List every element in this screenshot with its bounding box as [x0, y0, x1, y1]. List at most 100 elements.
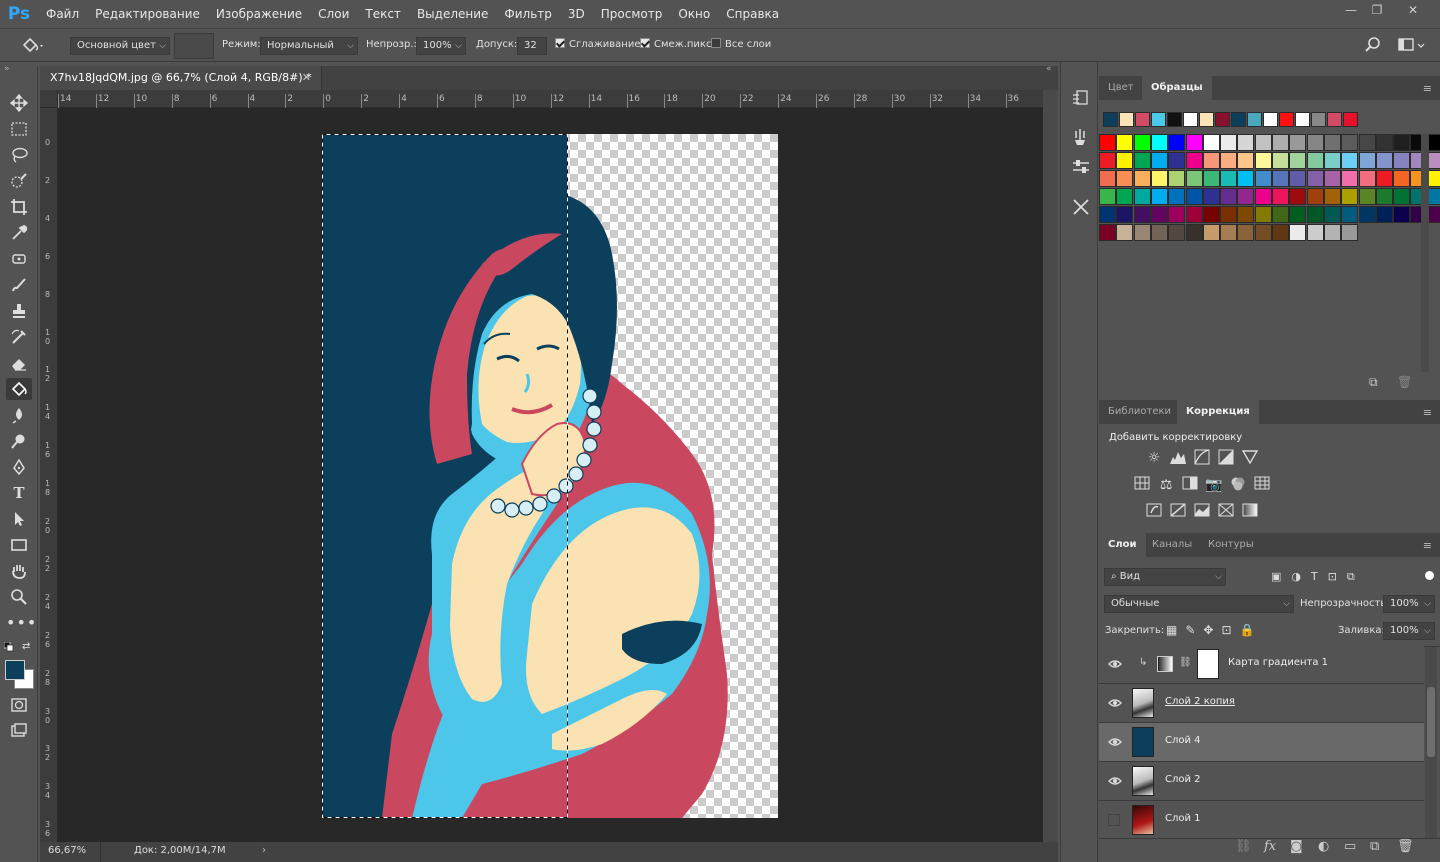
- move-tool-icon[interactable]: [6, 92, 32, 114]
- visibility-eye-icon[interactable]: [1108, 774, 1122, 788]
- color-swatch[interactable]: [1375, 152, 1393, 169]
- color-swatch[interactable]: [1254, 206, 1272, 223]
- color-swatch[interactable]: [1341, 134, 1359, 151]
- quick-mask-icon[interactable]: [6, 694, 32, 716]
- tab-paths[interactable]: Контуры: [1199, 533, 1263, 557]
- color-swatch[interactable]: [1099, 224, 1116, 241]
- posterize-icon[interactable]: [1169, 503, 1187, 521]
- color-swatch[interactable]: [1341, 224, 1359, 241]
- layer-row[interactable]: Слой 4: [1099, 723, 1424, 762]
- color-swatch[interactable]: [1237, 206, 1255, 223]
- recent-swatch[interactable]: [1311, 112, 1326, 127]
- color-swatch[interactable]: [1133, 206, 1151, 223]
- color-swatch[interactable]: [1375, 134, 1393, 151]
- color-swatch[interactable]: [1393, 206, 1411, 223]
- color-swatch[interactable]: [1220, 206, 1238, 223]
- curves-icon[interactable]: [1193, 449, 1211, 467]
- layer-mask-thumbnail[interactable]: [1197, 649, 1219, 679]
- blur-tool-icon[interactable]: [6, 404, 32, 426]
- color-swatch[interactable]: [1237, 188, 1255, 205]
- menu-item[interactable]: Изображение: [208, 0, 310, 28]
- color-swatch[interactable]: [1185, 188, 1203, 205]
- layer-filter-select[interactable]: ⌕ Вид ⌵: [1104, 568, 1226, 586]
- color-swatch[interactable]: [1237, 134, 1255, 151]
- color-swatch[interactable]: [1185, 134, 1203, 151]
- color-swatch[interactable]: [1272, 188, 1289, 205]
- layer-thumbnail[interactable]: [1132, 688, 1154, 718]
- tool-presets-icon[interactable]: [1072, 198, 1090, 216]
- color-swatch[interactable]: [1427, 134, 1440, 151]
- lock-icons[interactable]: ▦✎✥⊡🔒: [1166, 623, 1262, 637]
- panel-menu-icon[interactable]: ≡: [1423, 82, 1432, 95]
- menu-item[interactable]: Выделение: [409, 0, 496, 28]
- layer-row[interactable]: Слой 2 копия: [1099, 684, 1424, 723]
- eyedropper-tool-icon[interactable]: [6, 222, 32, 244]
- recent-swatch[interactable]: [1151, 112, 1166, 127]
- color-swatch[interactable]: [1358, 152, 1376, 169]
- collapse-panels-icon[interactable]: «: [1046, 64, 1052, 74]
- recent-swatch[interactable]: [1327, 112, 1342, 127]
- recent-swatch[interactable]: [1167, 112, 1182, 127]
- color-swatch[interactable]: [1116, 206, 1134, 223]
- invert-icon[interactable]: [1145, 503, 1163, 521]
- color-swatch[interactable]: [1220, 134, 1238, 151]
- color-swatch[interactable]: [1254, 152, 1272, 169]
- layer-filter-icons[interactable]: ▣◑T⊡⧉: [1271, 570, 1365, 584]
- color-swatch[interactable]: [1306, 224, 1324, 241]
- color-swatch[interactable]: [1306, 170, 1324, 187]
- color-swatch[interactable]: [1116, 224, 1134, 241]
- brightness-contrast-icon[interactable]: ☼: [1145, 449, 1163, 467]
- eraser-tool-icon[interactable]: [6, 352, 32, 374]
- layer-row[interactable]: Слой 2: [1099, 762, 1424, 801]
- screen-mode-icon[interactable]: [6, 720, 32, 742]
- color-swatch[interactable]: [1289, 134, 1307, 151]
- color-swatch[interactable]: [1358, 188, 1376, 205]
- path-selection-tool-icon[interactable]: [6, 508, 32, 530]
- color-swatch[interactable]: [1220, 170, 1238, 187]
- color-swatch[interactable]: [1323, 170, 1341, 187]
- recent-swatch[interactable]: [1199, 112, 1214, 127]
- properties-panel-icon[interactable]: [1072, 158, 1090, 176]
- mode-select[interactable]: Нормальный ⌵: [260, 37, 358, 55]
- color-swatch[interactable]: [1323, 188, 1341, 205]
- paint-bucket-preset-icon[interactable]: [20, 35, 46, 57]
- paint-bucket-tool-icon[interactable]: [6, 378, 32, 400]
- panel-menu-icon[interactable]: ≡: [1423, 406, 1432, 419]
- color-swatch[interactable]: [1341, 152, 1359, 169]
- recent-swatch[interactable]: [1343, 112, 1358, 127]
- color-swatch[interactable]: [1116, 152, 1134, 169]
- color-swatch[interactable]: [1427, 188, 1440, 205]
- color-swatch[interactable]: [1150, 170, 1168, 187]
- color-swatch[interactable]: [1254, 188, 1272, 205]
- delete-swatch-icon[interactable]: 🗑: [1397, 375, 1412, 389]
- color-swatch[interactable]: [1150, 224, 1168, 241]
- default-colors-icon[interactable]: [3, 641, 14, 652]
- color-swatch[interactable]: [1393, 134, 1411, 151]
- tolerance-input[interactable]: 32: [517, 37, 547, 55]
- color-swatch[interactable]: [1393, 152, 1411, 169]
- color-swatch[interactable]: [1150, 134, 1168, 151]
- color-swatch[interactable]: [1272, 206, 1289, 223]
- zoom-tool-icon[interactable]: [6, 586, 32, 608]
- color-swatch[interactable]: [1393, 188, 1411, 205]
- color-swatch[interactable]: [1133, 134, 1151, 151]
- color-swatch[interactable]: [1272, 170, 1289, 187]
- color-swatch[interactable]: [1272, 152, 1289, 169]
- color-swatch[interactable]: [1099, 206, 1116, 223]
- color-swatch[interactable]: [1099, 188, 1116, 205]
- color-swatch[interactable]: [1168, 206, 1186, 223]
- visibility-off-box[interactable]: [1108, 814, 1120, 826]
- color-swatch[interactable]: [1168, 224, 1186, 241]
- link-icon[interactable]: ⛓: [1235, 839, 1252, 854]
- status-menu-arrow-icon[interactable]: ›: [262, 845, 266, 856]
- color-swatch[interactable]: [1116, 188, 1134, 205]
- levels-icon[interactable]: [1169, 449, 1187, 467]
- color-swatch[interactable]: [1202, 224, 1220, 241]
- tab-swatches[interactable]: Образцы: [1142, 76, 1212, 100]
- ruler-origin[interactable]: [40, 90, 58, 108]
- tab-layers[interactable]: Слои: [1099, 533, 1146, 557]
- gradient-map-icon[interactable]: [1241, 503, 1259, 521]
- color-swatch[interactable]: [1237, 170, 1255, 187]
- layer-thumbnail[interactable]: [1132, 727, 1154, 757]
- visibility-eye-icon[interactable]: [1108, 657, 1122, 671]
